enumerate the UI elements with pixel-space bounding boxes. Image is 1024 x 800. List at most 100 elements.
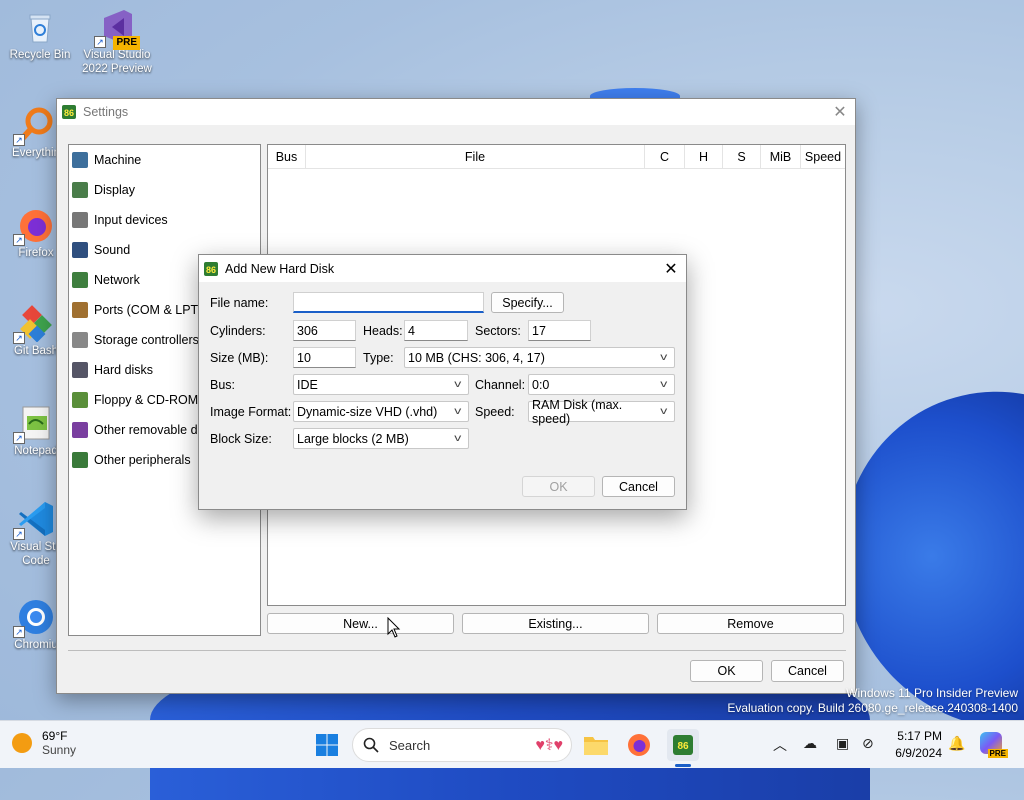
settings-titlebar[interactable]: 86 Settings ✕ xyxy=(57,99,855,125)
channel-select[interactable]: 0:0 v xyxy=(528,374,675,395)
close-icon[interactable]: ✕ xyxy=(825,99,855,125)
shortcut-arrow-icon: ↗ xyxy=(94,36,106,48)
notepad-icon: ↗ xyxy=(13,404,55,444)
desktop-icon-visual-studio[interactable]: PRE ↗ Visual Studio 2022 Preview xyxy=(79,8,155,76)
ports-icon xyxy=(72,302,88,318)
type-label: Type: xyxy=(363,351,394,365)
input-devices-icon xyxy=(72,212,88,228)
settings-cancel-button[interactable]: Cancel xyxy=(771,660,844,682)
chevron-down-icon: v xyxy=(454,433,462,444)
chromium-icon: ↗ xyxy=(13,598,55,638)
heads-input[interactable] xyxy=(404,320,468,341)
svg-text:86: 86 xyxy=(677,741,689,752)
bus-label: Bus: xyxy=(210,378,236,392)
speed-label: Speed: xyxy=(475,405,515,419)
firefox-icon: ↗ xyxy=(13,206,55,246)
cylinders-label: Cylinders: xyxy=(210,324,266,338)
divider xyxy=(68,650,846,651)
block-size-label: Block Size: xyxy=(210,432,272,446)
86box-app-icon: 86 xyxy=(204,261,218,276)
network-icon xyxy=(72,272,88,288)
taskbar: 69°F Sunny Search ♥⚕♥ 86 ︿ ☁ ▣ ⊘ 5:17 PM… xyxy=(0,720,1024,768)
clock-time: 5:17 PM xyxy=(897,729,942,743)
column-header-speed[interactable]: Speed xyxy=(801,145,845,168)
86box-app-icon: 86 xyxy=(62,105,76,119)
display-icon[interactable]: ▣ xyxy=(836,735,849,752)
chevron-down-icon: v xyxy=(660,352,668,363)
desktop-icon-label: Visual Stu Code xyxy=(10,541,62,567)
windows-logo-icon xyxy=(316,734,338,756)
recycle-bin-icon xyxy=(21,8,59,46)
new-disk-button[interactable]: New... xyxy=(267,613,454,634)
close-icon[interactable]: ✕ xyxy=(656,255,686,282)
type-select[interactable]: 10 MB (CHS: 306, 4, 17) v xyxy=(404,347,675,368)
watermark-line-2: Evaluation copy. Build 26080.ge_release.… xyxy=(727,701,1018,715)
git-bash-icon: ↗ xyxy=(13,304,55,344)
shortcut-arrow-icon: ↗ xyxy=(13,234,25,246)
bus-select[interactable]: IDE v xyxy=(293,374,469,395)
column-header-h[interactable]: H xyxy=(685,145,723,168)
speed-select[interactable]: RAM Disk (max. speed) v xyxy=(528,398,675,426)
sectors-label: Sectors: xyxy=(475,324,521,338)
block-size-select[interactable]: Large blocks (2 MB) v xyxy=(293,428,469,449)
visual-studio-icon: PRE ↗ xyxy=(94,8,140,50)
chevron-down-icon: v xyxy=(454,406,462,417)
vscode-icon: ↗ xyxy=(13,500,55,540)
desktop-icon-label: Chromiu xyxy=(14,639,58,651)
hard-disk-icon xyxy=(72,362,88,378)
size-input[interactable] xyxy=(293,347,356,368)
firefox-icon xyxy=(628,734,650,756)
active-app-indicator xyxy=(675,764,691,767)
floppy-icon xyxy=(72,392,88,408)
pre-badge: PRE xyxy=(113,36,140,50)
dialog-title: Add New Hard Disk xyxy=(225,261,335,276)
nav-item-input-devices[interactable]: Input devices xyxy=(69,205,260,235)
clock-date: 6/9/2024 xyxy=(895,746,942,760)
taskbar-86box[interactable]: 86 xyxy=(667,729,699,767)
taskbar-file-explorer[interactable] xyxy=(580,729,612,761)
chevron-down-icon: v xyxy=(660,406,668,417)
dialog-titlebar[interactable]: 86 Add New Hard Disk ✕ xyxy=(199,255,686,282)
search-highlight-icon: ♥⚕♥ xyxy=(535,737,563,754)
chevron-down-icon: v xyxy=(660,379,668,390)
notification-bell-icon[interactable]: 🔔 xyxy=(948,735,965,752)
shortcut-arrow-icon: ↗ xyxy=(13,332,25,344)
start-button[interactable] xyxy=(311,729,343,761)
weather-widget[interactable]: 69°F Sunny xyxy=(12,729,76,757)
removable-icon xyxy=(72,422,88,438)
image-format-select[interactable]: Dynamic-size VHD (.vhd) v xyxy=(293,401,469,422)
column-header-bus[interactable]: Bus xyxy=(268,145,306,168)
remove-disk-button[interactable]: Remove xyxy=(657,613,844,634)
heads-label: Heads: xyxy=(363,324,403,338)
chevron-up-icon[interactable]: ︿ xyxy=(773,735,787,755)
sectors-input[interactable] xyxy=(528,320,591,341)
taskbar-search[interactable]: Search ♥⚕♥ xyxy=(352,728,572,762)
watermark-line-1: Windows 11 Pro Insider Preview xyxy=(846,686,1018,700)
cloud-icon[interactable]: ☁ xyxy=(803,735,817,752)
weather-condition: Sunny xyxy=(42,743,77,757)
mouse-cursor-icon xyxy=(387,617,401,638)
specify-button[interactable]: Specify... xyxy=(491,292,564,313)
nav-item-machine[interactable]: Machine xyxy=(69,145,260,175)
dialog-ok-button[interactable]: OK xyxy=(522,476,595,497)
add-hard-disk-dialog: 86 Add New Hard Disk ✕ File name: Specif… xyxy=(198,254,687,510)
desktop-icon-label: Notepad xyxy=(14,445,58,457)
file-name-input[interactable] xyxy=(293,292,484,313)
column-header-file[interactable]: File xyxy=(306,145,645,168)
shortcut-arrow-icon: ↗ xyxy=(13,432,25,444)
desktop-icon-label: Everythin xyxy=(12,147,60,159)
taskbar-firefox[interactable] xyxy=(623,729,655,761)
copilot-icon[interactable]: PRE xyxy=(980,732,1008,758)
existing-disk-button[interactable]: Existing... xyxy=(462,613,649,634)
clock[interactable]: 5:17 PM 6/9/2024 xyxy=(892,728,942,762)
column-header-s[interactable]: S xyxy=(723,145,761,168)
cylinders-input[interactable] xyxy=(293,320,356,341)
column-header-mib[interactable]: MiB xyxy=(761,145,801,168)
column-header-c[interactable]: C xyxy=(645,145,685,168)
sound-icon xyxy=(72,242,88,258)
settings-ok-button[interactable]: OK xyxy=(690,660,763,682)
network-icon[interactable]: ⊘ xyxy=(862,735,874,752)
desktop-icon-recycle-bin[interactable]: Recycle Bin xyxy=(2,8,78,62)
nav-item-display[interactable]: Display xyxy=(69,175,260,205)
dialog-cancel-button[interactable]: Cancel xyxy=(602,476,675,497)
